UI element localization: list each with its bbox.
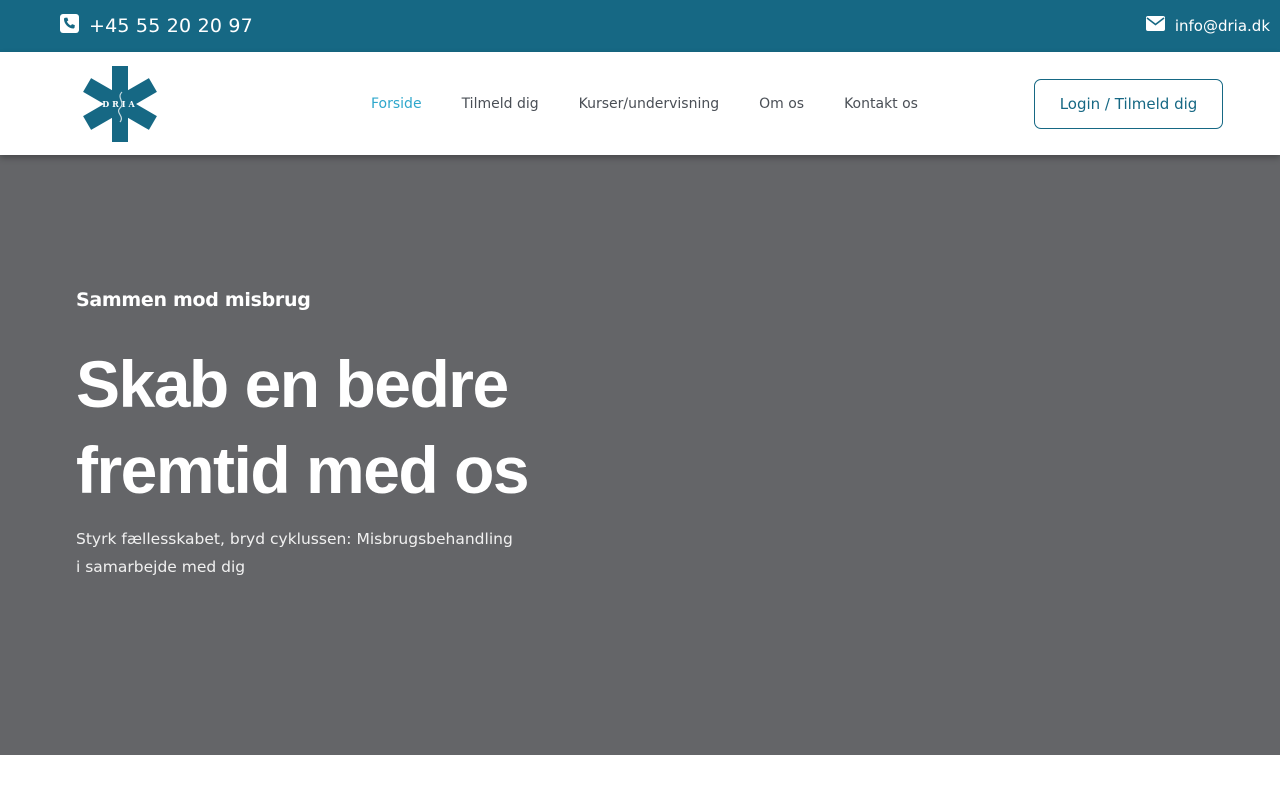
- login-signup-button[interactable]: Login / Tilmeld dig: [1034, 79, 1223, 129]
- hero-headline-line-2: fremtid med os: [76, 433, 530, 507]
- svg-text:DRIA: DRIA: [102, 99, 138, 109]
- hero-headline-line-1: Skab en bedre: [76, 347, 509, 421]
- phone-number: +45 55 20 20 97: [89, 15, 253, 37]
- envelope-icon: [1145, 16, 1165, 36]
- nav-item-tilmeld-dig[interactable]: Tilmeld dig: [442, 96, 559, 112]
- nav-item-om-os[interactable]: Om os: [739, 96, 824, 112]
- email-address: info@dria.dk: [1174, 17, 1270, 35]
- phone-link[interactable]: +45 55 20 20 97: [60, 0, 253, 52]
- top-contact-bar: +45 55 20 20 97 info@dria.dk: [0, 0, 1280, 52]
- nav-item-kurser-undervisning[interactable]: Kurser/undervisning: [559, 96, 740, 112]
- main-navigation-bar: DRIA Forside Tilmeld dig Kurser/undervis…: [0, 52, 1280, 155]
- star-of-life-logo-icon: DRIA: [83, 66, 157, 142]
- nav-item-forside[interactable]: Forside: [351, 96, 442, 112]
- hero-subtext-line-2: i samarbejde med dig: [76, 558, 246, 576]
- hero-headline: Skab en bedre fremtid med os: [76, 341, 636, 513]
- email-link[interactable]: info@dria.dk: [1145, 0, 1270, 52]
- primary-menu: Forside Tilmeld dig Kurser/undervisning …: [351, 52, 938, 155]
- phone-square-icon: [60, 14, 79, 38]
- nav-item-kontakt-os[interactable]: Kontakt os: [824, 96, 938, 112]
- hero-section: Sammen mod misbrug Skab en bedre fremtid…: [0, 155, 1280, 755]
- hero-subtext: Styrk fællesskabet, bryd cyklussen: Misb…: [76, 525, 516, 581]
- hero-subtext-line-1: Styrk fællesskabet, bryd cyklussen: Misb…: [76, 530, 513, 548]
- hero-eyebrow: Sammen mod misbrug: [76, 289, 311, 311]
- dria-logo[interactable]: DRIA: [80, 64, 160, 144]
